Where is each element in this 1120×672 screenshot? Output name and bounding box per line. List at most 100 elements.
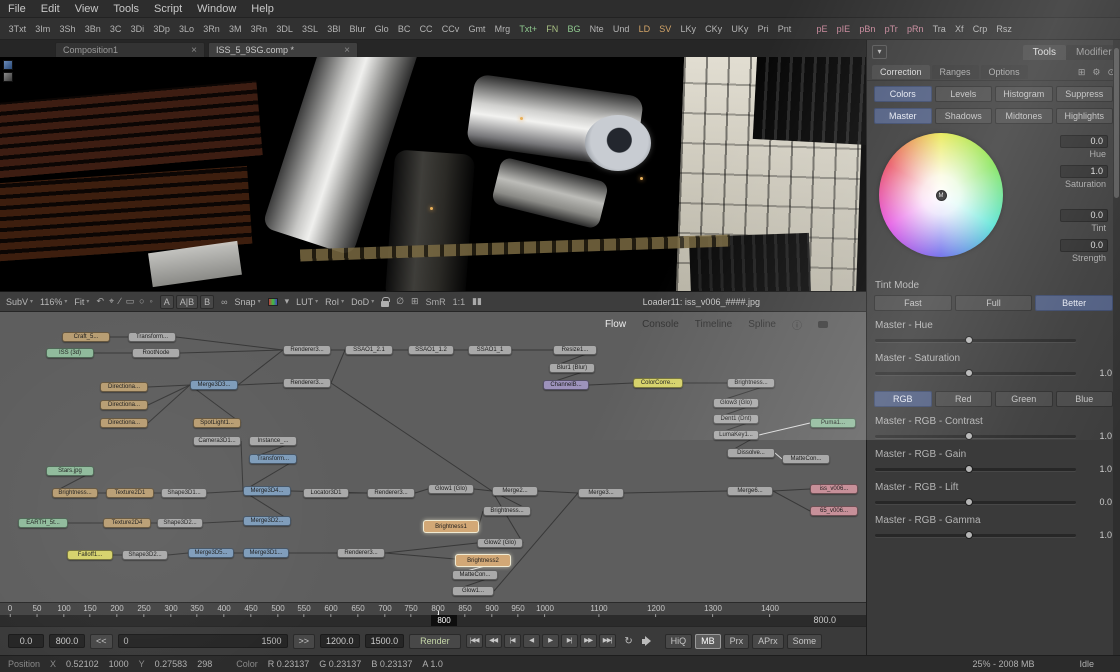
tool-button-Mrg[interactable]: Mrg [490, 21, 515, 37]
node-merge3d2[interactable]: Merge3D2... [243, 516, 291, 526]
node-mattecon2[interactable]: MatteCon... [452, 570, 498, 580]
viewer-dropdown-116[interactable]: 116% [40, 297, 67, 307]
channel-button-rgb[interactable]: RGB [874, 391, 932, 407]
tint-mode-full[interactable]: Full [955, 295, 1033, 311]
view-button-suppress[interactable]: Suppress [1056, 86, 1114, 102]
menu-item-edit[interactable]: Edit [41, 3, 60, 15]
channel-button-red[interactable]: Red [935, 391, 993, 407]
node-merge6[interactable]: Merge6... [727, 486, 773, 496]
viewer-tool-icon-5[interactable]: ◦ [150, 296, 153, 307]
wheel-value-hue[interactable]: 0.0 [1060, 135, 1108, 148]
quality-aprx[interactable]: APrx [752, 634, 784, 649]
jump-start-button[interactable]: << [90, 634, 113, 649]
quality-some[interactable]: Some [787, 634, 823, 649]
panel-tab-tools[interactable]: Tools [1023, 45, 1066, 60]
node-brightsel[interactable]: Brightness1 [423, 520, 479, 533]
range-button-midtones[interactable]: Midtones [995, 108, 1053, 124]
flow-tab-console[interactable]: Console [642, 319, 679, 330]
node-ssao11[interactable]: SSAO1_1 [468, 345, 512, 355]
node-glow3[interactable]: Glow3 (Glo) [713, 398, 759, 408]
jump-end-button[interactable]: >> [293, 634, 316, 649]
node-iss3d[interactable]: ISS (3d) [46, 348, 94, 358]
menu-item-script[interactable]: Script [154, 3, 182, 15]
node-locator1[interactable]: Locator3D1 [303, 488, 349, 498]
tool-button-3Sh[interactable]: 3Sh [55, 21, 80, 37]
node-dissolve[interactable]: Dissolve... [727, 448, 775, 458]
tool-button-BG[interactable]: BG [563, 21, 585, 37]
pause-icon[interactable]: ▮▮ [472, 296, 482, 307]
slider-track-contrast[interactable] [875, 435, 1076, 438]
node-earth[interactable]: EARTH_5t... [18, 518, 68, 528]
node-merge3d5[interactable]: Merge3D5... [188, 548, 234, 558]
slider-value-saturation[interactable]: 1.0 [1084, 368, 1112, 378]
tool-button-FN[interactable]: FN [542, 21, 563, 37]
slider-handle-lift[interactable] [965, 498, 973, 506]
node-renderer3a[interactable]: Renderer3... [283, 345, 331, 355]
menu-item-help[interactable]: Help [251, 3, 274, 15]
composition-tab[interactable]: Composition1× [55, 42, 205, 57]
node-renderer3c[interactable]: Renderer3... [367, 488, 415, 498]
timeline-ruler[interactable]: 800 800.0 050100150200250300350400450500… [0, 602, 866, 626]
gear-icon[interactable]: ⚙ [1092, 67, 1100, 78]
tool-button-Gmt[interactable]: Gmt [464, 21, 490, 37]
scrollbar-thumb[interactable] [1114, 48, 1119, 198]
node-colorcorr[interactable]: ColorCorre... [633, 378, 683, 388]
panel-scrollbar[interactable] [1113, 40, 1120, 655]
flow-editor[interactable]: FlowConsoleTimelineSplineⓘ Craft_5...Tra… [0, 312, 866, 602]
wheel-marker[interactable]: M [936, 190, 947, 201]
viewer-dod-dropdown[interactable]: DoD [351, 297, 374, 307]
color-swatch[interactable] [268, 298, 278, 306]
node-tex2d1[interactable]: Texture2D1 [106, 488, 154, 498]
tool-button-Rsz[interactable]: Rsz [992, 21, 1017, 37]
slider-handle-contrast[interactable] [965, 432, 973, 440]
node-glow1b[interactable]: Glow1... [452, 586, 494, 596]
node-mattecon1[interactable]: MatteCon... [782, 454, 830, 464]
node-resize1[interactable]: Resize1... [553, 345, 597, 355]
slider-track-saturation[interactable] [875, 372, 1076, 375]
node-bright1[interactable]: Brightness... [727, 378, 775, 388]
flow-tab-spline[interactable]: Spline [748, 319, 776, 330]
quality-prx[interactable]: Prx [724, 634, 750, 649]
tool-button-3C[interactable]: 3C [105, 21, 126, 37]
menu-item-file[interactable]: File [8, 3, 26, 15]
swatch-arrow-icon[interactable]: ▾ [285, 296, 290, 307]
tool-button-pBn[interactable]: pBn [855, 21, 880, 37]
tool-button-Pri[interactable]: Pri [753, 21, 773, 37]
node-shape3d2b[interactable]: Shape3D2... [122, 550, 168, 560]
tool-button-3Dp[interactable]: 3Dp [149, 21, 175, 37]
slider-handle-hue[interactable] [965, 336, 973, 344]
playback-button-2[interactable]: |◀ [504, 634, 521, 648]
tool-button-Nte[interactable]: Nte [585, 21, 608, 37]
viewer-dropdown-SubV[interactable]: SubV [6, 297, 33, 307]
node-merge3d3[interactable]: Merge3D3... [190, 380, 238, 390]
loop-icon[interactable]: ↻ [621, 636, 637, 647]
node-renderer3b[interactable]: Renderer3... [283, 378, 331, 388]
viewer-tool-icon-2[interactable]: ∕ [119, 296, 121, 307]
tool-button-pIE[interactable]: pIE [832, 21, 855, 37]
quality-hiq[interactable]: HiQ [665, 634, 693, 649]
slider-value-gain[interactable]: 1.0 [1084, 464, 1112, 474]
info-icon[interactable]: ⓘ [792, 317, 802, 332]
subtab-correction[interactable]: Correction [872, 65, 930, 79]
playback-button-5[interactable]: ▶| [561, 634, 578, 648]
node-craft[interactable]: Craft_5... [62, 332, 110, 342]
node-ssao21[interactable]: SSAO1_2.1 [345, 345, 393, 355]
slash-circle-icon[interactable]: ∅ [396, 296, 404, 307]
node-issv006[interactable]: iss_v006... [810, 484, 858, 494]
lock-icon[interactable] [381, 301, 389, 307]
viewer-tool-icon-1[interactable]: ⌖ [109, 296, 114, 307]
view-button-colors[interactable]: Colors [874, 86, 932, 102]
tool-button-3M[interactable]: 3M [224, 21, 246, 37]
node-bright2[interactable]: Brightness... [52, 488, 98, 498]
node-bright3[interactable]: Brightness... [483, 506, 531, 516]
tool-button-Txt+[interactable]: Txt+ [515, 21, 542, 37]
tool-button-3Rn[interactable]: 3Rn [246, 21, 272, 37]
chain-icon[interactable]: ∞ [221, 297, 227, 307]
ratio-button[interactable]: 1:1 [453, 297, 466, 307]
panel-tab-modifier[interactable]: Modifier [1066, 45, 1120, 60]
tool-button-UKy[interactable]: UKy [727, 21, 753, 37]
viewer-buffer-AB[interactable]: A|B [176, 295, 198, 309]
node-tex2d4[interactable]: Texture2D4 [103, 518, 151, 528]
slider-handle-gain[interactable] [965, 465, 973, 473]
node-merge3[interactable]: Merge3... [578, 488, 624, 498]
